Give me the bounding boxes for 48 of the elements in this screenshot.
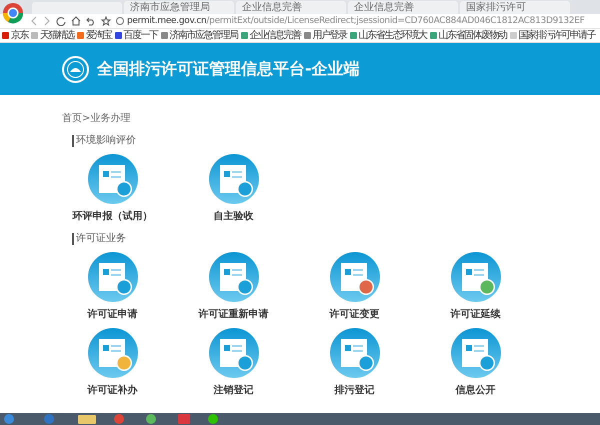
browser-tab[interactable]: 企业信息完善 [236, 1, 346, 14]
section-heading: 许可证业务 [72, 233, 126, 245]
bookmark[interactable]: 国家排污许可申请子 [510, 30, 595, 42]
bookmark[interactable]: 山东省固体废物动 [430, 30, 506, 42]
service-label[interactable]: 排污登记 [334, 385, 374, 397]
service-label[interactable]: 许可证补办 [88, 385, 138, 397]
certificate-icon[interactable] [450, 327, 502, 379]
service-label[interactable]: 许可证变更 [330, 309, 380, 321]
service-label[interactable]: 环评申报（试用） [72, 211, 152, 223]
certificate-icon[interactable] [86, 153, 138, 205]
emblem-icon [62, 56, 89, 82]
service-label[interactable]: 许可证延续 [450, 309, 500, 321]
folder-icon[interactable] [78, 414, 96, 424]
certificate-icon[interactable] [328, 327, 380, 379]
certificate-icon[interactable] [208, 153, 260, 205]
undo-icon[interactable] [86, 16, 96, 26]
site-title: 全国排污许可证管理信息平台-企业端 [97, 58, 360, 80]
star-icon[interactable] [101, 16, 111, 26]
service-label[interactable]: 注销登记 [214, 385, 254, 397]
address-bar[interactable]: permit.mee.gov.cn/permitExt/outside/LicenseRedirect;jsessionid=CD760AC884AD046C1812AC813D9132EF [116, 15, 585, 27]
certificate-icon[interactable] [208, 251, 260, 303]
forward-icon[interactable] [43, 16, 51, 26]
bookmark[interactable]: 济南市应急管理局 [160, 30, 238, 42]
browser-tab[interactable]: 济南市应急管理局 [124, 1, 234, 14]
reload-icon[interactable] [56, 16, 66, 26]
back-icon[interactable] [30, 16, 38, 26]
service-label[interactable]: 信息公开 [456, 385, 496, 397]
certificate-icon[interactable] [208, 327, 260, 379]
service-label[interactable]: 许可证重新申请 [198, 309, 268, 321]
bookmark[interactable]: 百度一下 [114, 30, 158, 42]
bookmark[interactable]: 爱淘宝 [77, 30, 112, 42]
certificate-icon[interactable] [328, 251, 380, 303]
breadcrumb: 首页>业务办理 [62, 113, 132, 125]
browser-tab[interactable]: 企业信息完善 [348, 1, 458, 14]
section-heading: 环境影响评价 [72, 135, 136, 147]
info-icon [116, 17, 124, 25]
bookmark[interactable]: 用户登录 [304, 30, 346, 42]
bookmark[interactable]: 企业信息完善 [240, 30, 300, 42]
bookmark[interactable]: 山东省生态环境大 [350, 30, 426, 42]
certificate-icon[interactable] [86, 327, 138, 379]
bookmark[interactable]: 京东 [2, 30, 28, 42]
bookmark[interactable]: 天猫精选 [31, 30, 74, 42]
certificate-icon[interactable] [86, 251, 138, 303]
browser-tab[interactable]: 国家排污许可 [460, 1, 570, 14]
certificate-icon[interactable] [450, 251, 502, 303]
service-label[interactable]: 自主验收 [214, 211, 254, 223]
home-icon[interactable] [71, 16, 81, 26]
service-label[interactable]: 许可证申请 [88, 309, 138, 321]
